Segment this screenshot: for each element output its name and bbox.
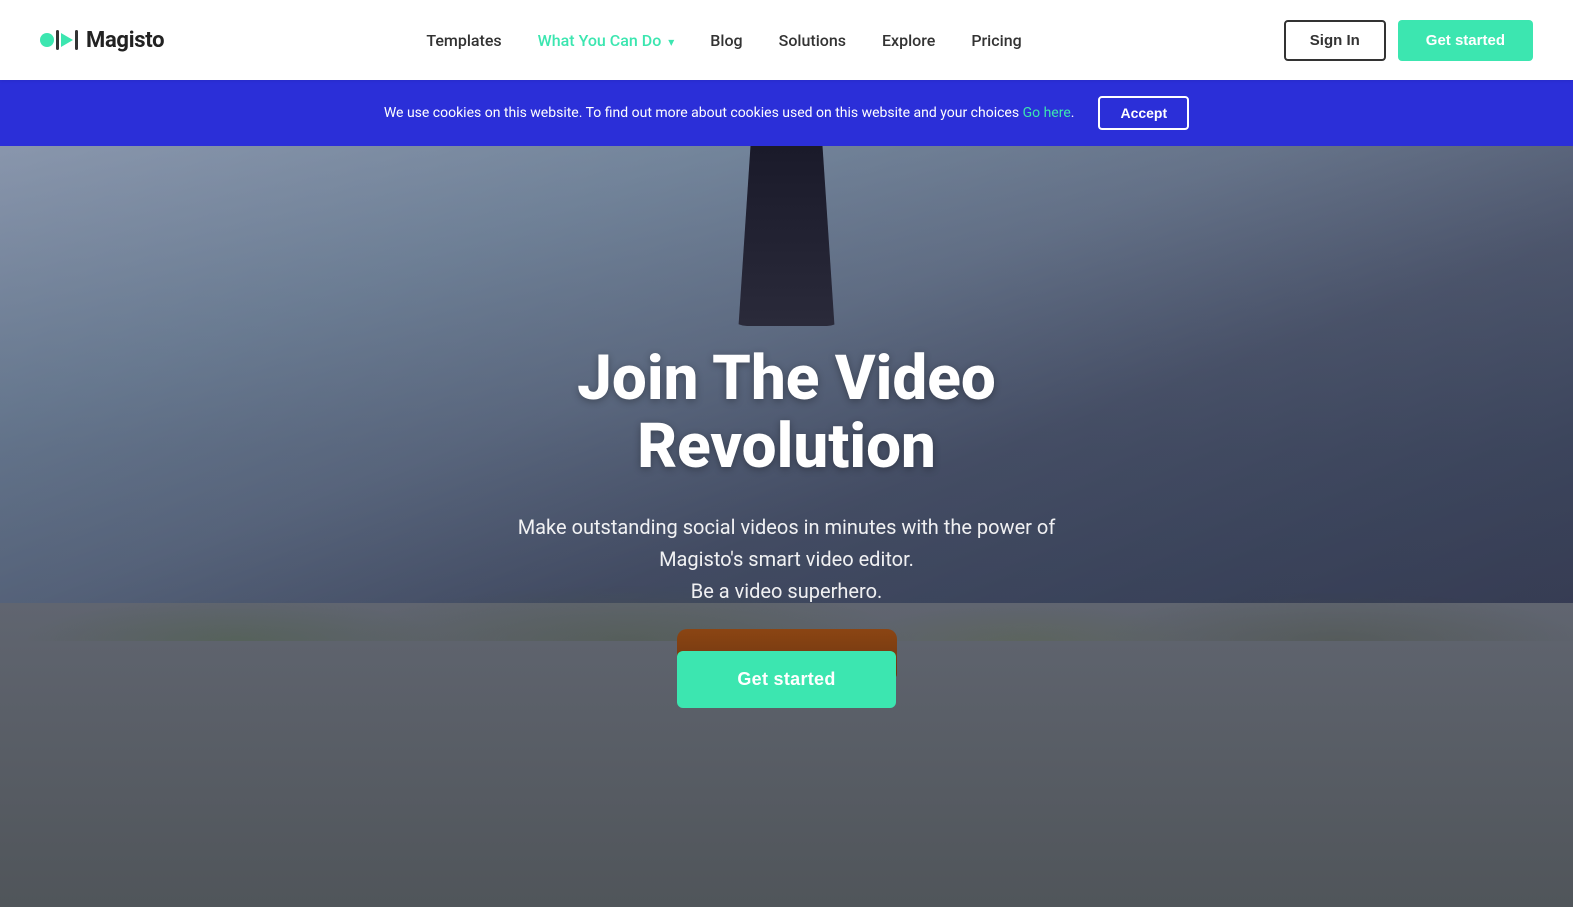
nav-link-explore[interactable]: Explore bbox=[882, 31, 935, 50]
sign-in-button[interactable]: Sign In bbox=[1284, 20, 1386, 61]
nav-item-pricing[interactable]: Pricing bbox=[971, 31, 1021, 50]
nav-link-templates[interactable]: Templates bbox=[426, 31, 501, 50]
hero-content: Join The Video Revolution Make outstandi… bbox=[387, 345, 1187, 708]
nav-links: Templates What You Can Do ▾ Blog Solutio… bbox=[426, 31, 1021, 50]
nav-link-what-you-can-do[interactable]: What You Can Do ▾ bbox=[538, 31, 675, 50]
hero-section: Join The Video Revolution Make outstandi… bbox=[0, 146, 1573, 907]
nav-item-explore[interactable]: Explore bbox=[882, 31, 935, 50]
hero-subtitle: Make outstanding social videos in minute… bbox=[427, 511, 1147, 607]
cookie-accept-button[interactable]: Accept bbox=[1098, 96, 1189, 130]
hero-title: Join The Video Revolution bbox=[427, 345, 1147, 481]
logo[interactable]: Magisto bbox=[40, 28, 164, 53]
nav-item-solutions[interactable]: Solutions bbox=[779, 31, 846, 50]
cookie-banner: We use cookies on this website. To find … bbox=[0, 80, 1573, 146]
navbar: Magisto Templates What You Can Do ▾ Blog… bbox=[0, 0, 1573, 80]
logo-icon bbox=[40, 30, 78, 50]
nav-actions: Sign In Get started bbox=[1284, 20, 1533, 61]
logo-bar-left bbox=[56, 30, 59, 50]
chevron-down-icon: ▾ bbox=[668, 35, 674, 49]
nav-link-blog[interactable]: Blog bbox=[710, 31, 742, 50]
nav-item-blog[interactable]: Blog bbox=[710, 31, 742, 50]
nav-link-pricing[interactable]: Pricing bbox=[971, 31, 1021, 50]
cookie-message: We use cookies on this website. To find … bbox=[384, 105, 1075, 121]
logo-circle bbox=[40, 33, 54, 47]
nav-link-solutions[interactable]: Solutions bbox=[779, 31, 846, 50]
logo-text: Magisto bbox=[86, 28, 164, 53]
logo-bar-right bbox=[75, 30, 78, 50]
nav-item-templates[interactable]: Templates bbox=[426, 31, 501, 50]
logo-play-icon bbox=[61, 33, 73, 47]
hero-get-started-button[interactable]: Get started bbox=[677, 651, 895, 708]
get-started-nav-button[interactable]: Get started bbox=[1398, 20, 1533, 61]
nav-item-what-you-can-do[interactable]: What You Can Do ▾ bbox=[538, 31, 675, 50]
cookie-go-here-link[interactable]: Go here bbox=[1023, 105, 1071, 121]
